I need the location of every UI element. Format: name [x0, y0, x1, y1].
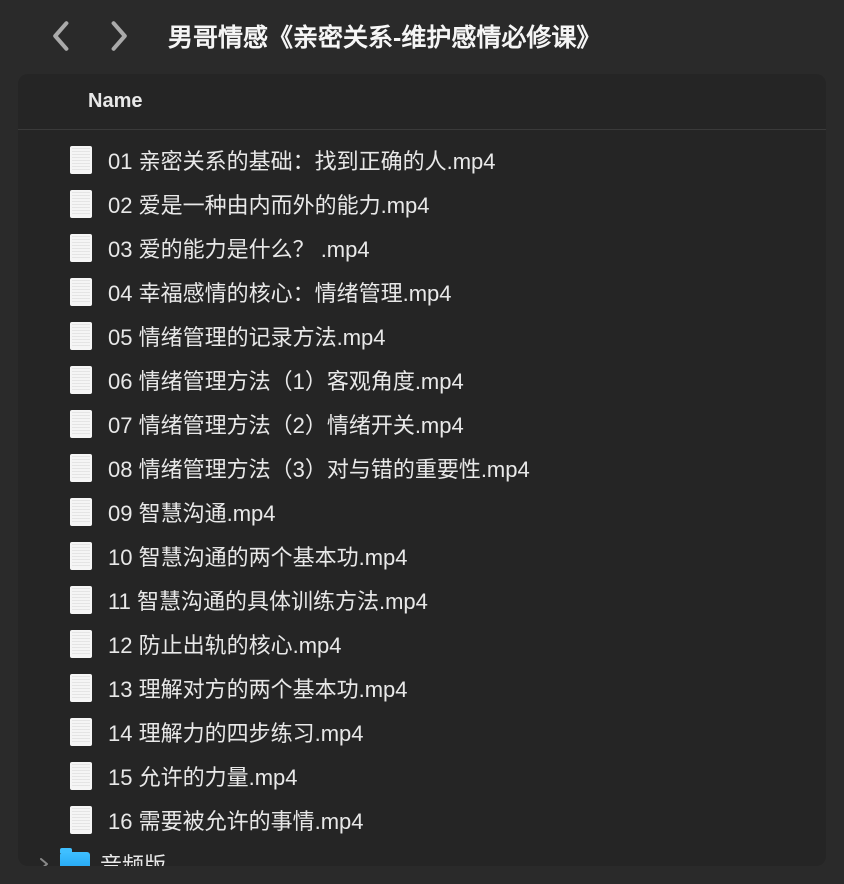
document-icon: [70, 630, 92, 658]
document-icon: [70, 234, 92, 262]
file-row[interactable]: 14 理解力的四步练习.mp4: [18, 710, 826, 754]
nav-buttons: [50, 20, 130, 52]
file-row[interactable]: 02 爱是一种由内而外的能力.mp4: [18, 182, 826, 226]
file-name: 16 需要被允许的事情.mp4: [108, 804, 364, 836]
file-row[interactable]: 12 防止出轨的核心.mp4: [18, 622, 826, 666]
file-row[interactable]: 07 情绪管理方法（2）情绪开关.mp4: [18, 402, 826, 446]
disclosure-triangle[interactable]: [38, 858, 50, 866]
document-icon: [70, 366, 92, 394]
forward-button[interactable]: [110, 20, 130, 52]
file-name: 15 允许的力量.mp4: [108, 760, 298, 792]
document-icon: [70, 586, 92, 614]
chevron-right-icon: [110, 20, 130, 52]
document-icon: [70, 322, 92, 350]
document-icon: [70, 410, 92, 438]
file-name: 13 理解对方的两个基本功.mp4: [108, 672, 408, 704]
file-row[interactable]: 10 智慧沟通的两个基本功.mp4: [18, 534, 826, 578]
file-row[interactable]: 01 亲密关系的基础：找到正确的人.mp4: [18, 138, 826, 182]
file-row[interactable]: 04 幸福感情的核心：情绪管理.mp4: [18, 270, 826, 314]
file-name: 02 爱是一种由内而外的能力.mp4: [108, 188, 430, 220]
window-title: 男哥情感《亲密关系-维护感情必修课》: [168, 18, 601, 54]
file-name: 11 智慧沟通的具体训练方法.mp4: [108, 584, 428, 616]
file-name: 12 防止出轨的核心.mp4: [108, 628, 342, 660]
file-row[interactable]: 15 允许的力量.mp4: [18, 754, 826, 798]
file-name: 07 情绪管理方法（2）情绪开关.mp4: [108, 408, 464, 440]
back-button[interactable]: [50, 20, 70, 52]
file-row[interactable]: 11 智慧沟通的具体训练方法.mp4: [18, 578, 826, 622]
file-name: 14 理解力的四步练习.mp4: [108, 716, 364, 748]
file-row[interactable]: 08 情绪管理方法（3）对与错的重要性.mp4: [18, 446, 826, 490]
file-name: 06 情绪管理方法（1）客观角度.mp4: [108, 364, 464, 396]
document-icon: [70, 674, 92, 702]
document-icon: [70, 146, 92, 174]
document-icon: [70, 718, 92, 746]
file-name: 04 幸福感情的核心：情绪管理.mp4: [108, 276, 452, 308]
file-name: 01 亲密关系的基础：找到正确的人.mp4: [108, 144, 496, 176]
document-icon: [70, 498, 92, 526]
finder-window: 男哥情感《亲密关系-维护感情必修课》 Name 01 亲密关系的基础：找到正确的…: [0, 0, 844, 884]
folder-name: 音频版: [100, 848, 166, 866]
file-name: 08 情绪管理方法（3）对与错的重要性.mp4: [108, 452, 530, 484]
file-name: 03 爱的能力是什么？ .mp4: [108, 232, 370, 264]
folder-icon: [60, 852, 90, 866]
document-icon: [70, 806, 92, 834]
file-row[interactable]: 05 情绪管理的记录方法.mp4: [18, 314, 826, 358]
document-icon: [70, 454, 92, 482]
file-row[interactable]: 09 智慧沟通.mp4: [18, 490, 826, 534]
toolbar: 男哥情感《亲密关系-维护感情必修课》: [0, 0, 844, 74]
folder-row[interactable]: 音频版: [18, 842, 826, 866]
column-header-row: Name: [18, 74, 826, 130]
file-name: 10 智慧沟通的两个基本功.mp4: [108, 540, 408, 572]
document-icon: [70, 762, 92, 790]
document-icon: [70, 190, 92, 218]
document-icon: [70, 542, 92, 570]
chevron-left-icon: [50, 20, 70, 52]
file-list: 01 亲密关系的基础：找到正确的人.mp4 02 爱是一种由内而外的能力.mp4 0…: [18, 130, 826, 866]
file-name: 09 智慧沟通.mp4: [108, 496, 276, 528]
column-header-name[interactable]: Name: [88, 90, 826, 113]
file-browser: Name 01 亲密关系的基础：找到正确的人.mp4 02 爱是一种由内而外的能力…: [18, 74, 826, 866]
file-row[interactable]: 16 需要被允许的事情.mp4: [18, 798, 826, 842]
document-icon: [70, 278, 92, 306]
file-name: 05 情绪管理的记录方法.mp4: [108, 320, 386, 352]
file-row[interactable]: 03 爱的能力是什么？ .mp4: [18, 226, 826, 270]
chevron-right-icon: [38, 858, 50, 866]
file-row[interactable]: 06 情绪管理方法（1）客观角度.mp4: [18, 358, 826, 402]
file-row[interactable]: 13 理解对方的两个基本功.mp4: [18, 666, 826, 710]
